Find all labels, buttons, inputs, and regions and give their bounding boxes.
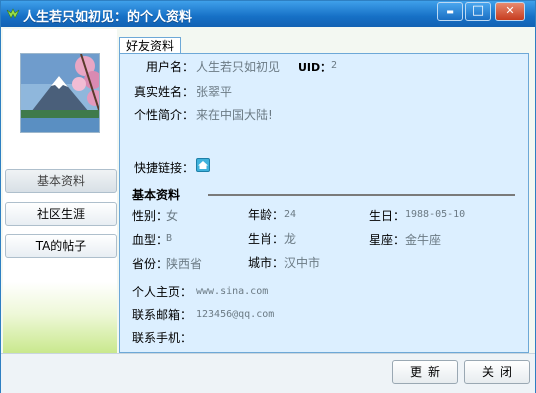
sidebar-item-label: 社区生涯 <box>36 207 85 221</box>
minimize-button[interactable]: ▬ <box>437 2 463 21</box>
section-divider <box>208 194 515 196</box>
birthday-label: 生日： <box>369 209 406 223</box>
realname-label: 真实姓名： <box>134 85 195 99</box>
close-button-label: 关闭 <box>481 365 518 379</box>
close-button[interactable]: 关闭 <box>464 360 530 384</box>
gender-value: 女 <box>166 209 179 223</box>
app-logo-icon <box>6 8 20 19</box>
city-label: 城市： <box>248 256 285 270</box>
shortcut-label: 快捷链接： <box>134 161 195 175</box>
birthday-value: 1988-05-10 <box>405 209 466 220</box>
close-icon: ✕ <box>505 4 515 17</box>
sidebar-item-community[interactable]: 社区生涯 <box>5 202 117 226</box>
blood-value: B <box>166 233 173 244</box>
gender-label: 性别： <box>132 209 169 223</box>
star-label: 星座： <box>369 233 406 247</box>
title-bar[interactable]: 人生若只如初见：的个人资料 ▬ □ ✕ <box>1 1 535 27</box>
update-button[interactable]: 更新 <box>392 360 458 384</box>
basic-info-section-title: 基本资料 <box>132 188 181 202</box>
phone-label: 联系手机： <box>132 331 193 345</box>
action-bar: 更新 关闭 <box>1 353 535 393</box>
minimize-icon: ▬ <box>446 7 454 16</box>
sidebar-item-basic-info[interactable]: 基本资料 <box>5 169 117 193</box>
age-label: 年龄： <box>248 208 285 222</box>
username-value: 人生若只如初见 <box>196 60 281 74</box>
close-window-button[interactable]: ✕ <box>495 2 525 21</box>
maximize-icon: □ <box>471 3 485 18</box>
sidebar: 基本资料 社区生涯 TA的帖子 <box>3 29 117 353</box>
city-value: 汉中市 <box>284 256 321 270</box>
email-label: 联系邮箱： <box>132 308 193 322</box>
username-label: 用户名： <box>146 60 195 74</box>
uid-label: UID： <box>298 61 332 74</box>
uid-value: 2 <box>331 60 338 71</box>
zodiac-label: 生肖： <box>248 232 285 246</box>
home-icon[interactable] <box>196 158 210 172</box>
tab-label: 好友资料 <box>125 39 174 53</box>
zodiac-value: 龙 <box>284 232 297 246</box>
blood-label: 血型： <box>132 233 169 247</box>
content-area: 好友资料 用户名： 人生若只如初见 UID： 2 真实姓名： 张翠平 个性简介：… <box>119 37 529 353</box>
province-label: 省份： <box>132 257 169 271</box>
star-value: 金牛座 <box>405 233 442 247</box>
homepage-link[interactable]: www.sina.com <box>196 286 268 297</box>
homepage-label: 个人主页： <box>132 285 193 299</box>
bio-value: 来在中国大陆! <box>196 108 273 122</box>
update-button-label: 更新 <box>409 365 446 379</box>
maximize-button[interactable]: □ <box>465 2 491 21</box>
window-title: 人生若只如初见：的个人资料 <box>23 10 193 25</box>
email-link[interactable]: 123456@qq.com <box>196 309 274 320</box>
profile-panel: 用户名： 人生若只如初见 UID： 2 真实姓名： 张翠平 个性简介： 来在中国… <box>119 53 529 353</box>
sidebar-item-posts[interactable]: TA的帖子 <box>5 234 117 258</box>
province-value: 陕西省 <box>166 257 203 271</box>
realname-value: 张翠平 <box>196 85 233 99</box>
tab-friend-info[interactable]: 好友资料 <box>119 37 181 54</box>
sidebar-item-label: 基本资料 <box>36 174 85 188</box>
age-value: 24 <box>284 209 297 220</box>
avatar-image <box>21 54 99 132</box>
bio-label: 个性简介： <box>134 108 195 122</box>
avatar <box>20 53 100 133</box>
profile-window: 人生若只如初见：的个人资料 ▬ □ ✕ 基本资料 社区生涯 TA的帖子 好友资料… <box>0 0 536 393</box>
sidebar-item-label: TA的帖子 <box>35 239 87 253</box>
